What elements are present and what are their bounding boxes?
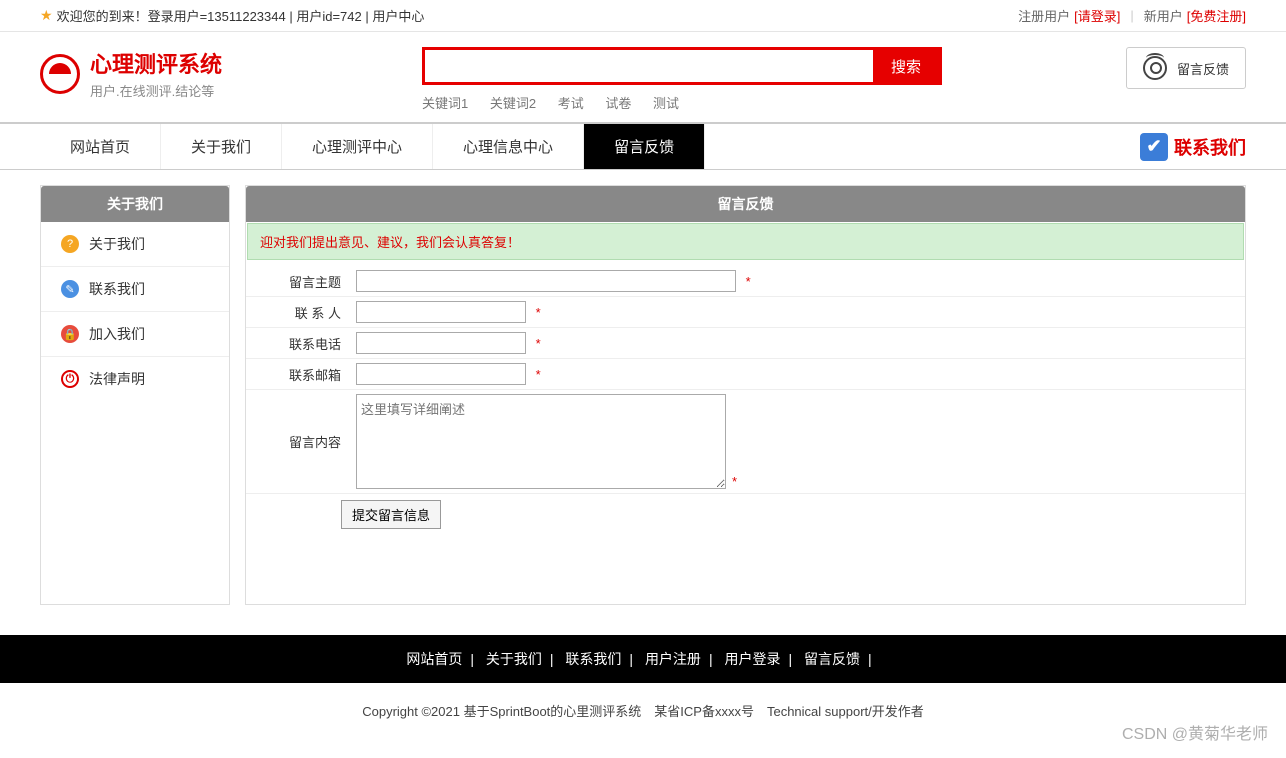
contact-us-label: 联系我们 (1174, 134, 1246, 160)
footer-link-home[interactable]: 网站首页 (406, 651, 462, 667)
login-link[interactable]: [请登录] (1074, 6, 1120, 25)
search-input[interactable] (425, 50, 873, 82)
feedback-form: 留言主题 * 联 系 人 * 联系电话 * (246, 261, 1245, 540)
star-icon: ★ (40, 7, 53, 24)
body-label: 留言内容 (246, 432, 356, 451)
nav-feedback[interactable]: 留言反馈 (584, 124, 705, 169)
nav-about[interactable]: 关于我们 (161, 124, 282, 169)
copyright: Copyright ©2021 基于SprintBoot的心里测评系统 某省IC… (0, 683, 1286, 738)
required-mark: * (746, 274, 751, 289)
footer-link-login[interactable]: 用户登录 (724, 651, 780, 667)
sidebar-item-legal[interactable]: ⏻ 法律声明 (41, 357, 229, 401)
required-mark: * (732, 474, 737, 489)
contact-person-label: 联 系 人 (246, 303, 356, 322)
search-button[interactable]: 搜索 (873, 50, 939, 82)
logo-icon (40, 54, 80, 94)
subject-label: 留言主题 (246, 272, 356, 291)
sidebar-item-contact[interactable]: ✎ 联系我们 (41, 267, 229, 312)
welcome-text[interactable]: 欢迎您的到来！登录用户=13511223344 | 用户id=742 | 用户中… (57, 6, 425, 25)
sidebar-item-about[interactable]: ? 关于我们 (41, 222, 229, 267)
required-mark: * (536, 367, 541, 382)
header: 心理测评系统 用户.在线测评.结论等 搜索 关键词1 关键词2 考试 试卷 测试… (0, 32, 1286, 122)
contact-us-button[interactable]: ✔ 联系我们 (1140, 133, 1246, 161)
logo-subtitle: 用户.在线测评.结论等 (90, 81, 222, 100)
registered-user-label: 注册用户 (1018, 6, 1070, 25)
content-panel: 留言反馈 迎对我们提出意见、建议，我们会认真答复！ 留言主题 * 联 系 人 *… (245, 185, 1246, 605)
top-bar: ★ 欢迎您的到来！登录用户=13511223344 | 用户id=742 | 用… (0, 0, 1286, 32)
keyword-link[interactable]: 考试 (558, 96, 584, 111)
nav-home[interactable]: 网站首页 (40, 124, 161, 169)
footer-nav: 网站首页| 关于我们| 联系我们| 用户注册| 用户登录| 留言反馈| (0, 635, 1286, 683)
free-register-link[interactable]: [免费注册] (1187, 6, 1246, 25)
search-block: 搜索 关键词1 关键词2 考试 试卷 测试 (422, 47, 942, 112)
logo-title: 心理测评系统 (90, 47, 222, 79)
keywords-row: 关键词1 关键词2 考试 试卷 测试 (422, 93, 942, 112)
sidebar: 关于我们 ? 关于我们 ✎ 联系我们 🔒 加入我们 ⏻ 法律声明 (40, 185, 230, 605)
check-icon: ✔ (1140, 133, 1168, 161)
required-mark: * (536, 336, 541, 351)
lock-icon: 🔒 (61, 325, 79, 343)
sidebar-title: 关于我们 (41, 186, 229, 222)
body-textarea[interactable] (356, 394, 726, 489)
top-bar-right: 注册用户 [请登录] | 新用户 [免费注册] (1018, 6, 1246, 25)
sidebar-item-label: 关于我们 (89, 234, 145, 254)
footer-link-feedback[interactable]: 留言反馈 (804, 651, 860, 667)
keyword-link[interactable]: 关键词2 (490, 96, 536, 111)
content-title: 留言反馈 (246, 186, 1245, 222)
divider: | (1130, 8, 1133, 23)
header-feedback-button[interactable]: 留言反馈 (1126, 47, 1246, 89)
sidebar-item-join[interactable]: 🔒 加入我们 (41, 312, 229, 357)
phone-input[interactable] (356, 332, 526, 354)
header-feedback-label: 留言反馈 (1177, 59, 1229, 78)
footer-link-about[interactable]: 关于我们 (486, 651, 542, 667)
question-icon: ? (61, 235, 79, 253)
new-user-label: 新用户 (1144, 6, 1183, 25)
top-bar-left: ★ 欢迎您的到来！登录用户=13511223344 | 用户id=742 | 用… (40, 6, 424, 25)
clipboard-icon: ✎ (61, 280, 79, 298)
keyword-link[interactable]: 试卷 (605, 96, 631, 111)
required-mark: * (536, 305, 541, 320)
sidebar-item-label: 法律声明 (89, 369, 145, 389)
nav-info-center[interactable]: 心理信息中心 (433, 124, 584, 169)
main: 关于我们 ? 关于我们 ✎ 联系我们 🔒 加入我们 ⏻ 法律声明 留言反馈 迎对… (0, 170, 1286, 635)
subject-input[interactable] (356, 270, 736, 292)
customer-service-icon (1143, 56, 1167, 80)
nav-bar: 网站首页 关于我们 心理测评中心 心理信息中心 留言反馈 ✔ 联系我们 (0, 122, 1286, 170)
submit-button[interactable]: 提交留言信息 (341, 500, 441, 529)
sidebar-item-label: 联系我们 (89, 279, 145, 299)
contact-person-input[interactable] (356, 301, 526, 323)
nav-assessment-center[interactable]: 心理测评中心 (282, 124, 433, 169)
watermark: CSDN @黄菊华老师 (1122, 720, 1268, 744)
footer-link-contact[interactable]: 联系我们 (565, 651, 621, 667)
power-icon: ⏻ (61, 370, 79, 388)
email-label: 联系邮箱 (246, 365, 356, 384)
logo[interactable]: 心理测评系统 用户.在线测评.结论等 (40, 47, 222, 100)
keyword-link[interactable]: 关键词1 (422, 96, 468, 111)
tip-message: 迎对我们提出意见、建议，我们会认真答复！ (247, 223, 1244, 260)
sidebar-item-label: 加入我们 (89, 324, 145, 344)
keyword-link[interactable]: 测试 (653, 96, 679, 111)
footer-link-register[interactable]: 用户注册 (645, 651, 701, 667)
email-input[interactable] (356, 363, 526, 385)
phone-label: 联系电话 (246, 334, 356, 353)
